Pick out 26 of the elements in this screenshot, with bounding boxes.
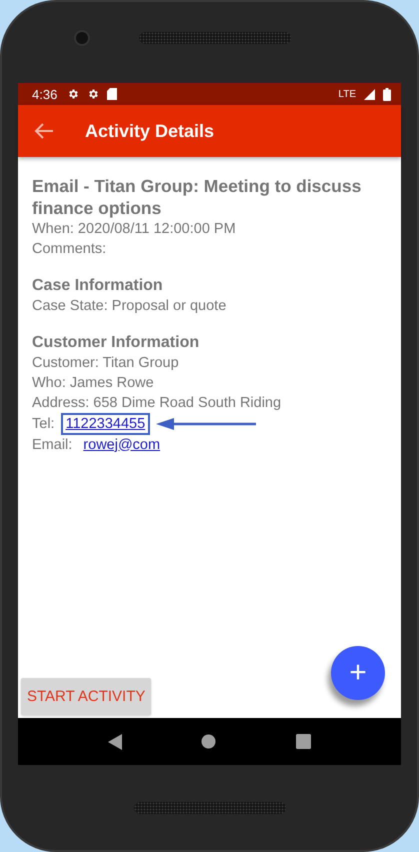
sd-card-icon	[107, 88, 118, 100]
section-heading: Customer Information	[32, 333, 200, 353]
detail-text: Case State: Proposal or quote	[32, 297, 228, 316]
camera-icon	[74, 30, 90, 46]
detail-text: Who: James Rowe	[32, 374, 155, 393]
add-button[interactable]: +	[331, 646, 385, 700]
field-label: Email:	[32, 436, 72, 452]
detail-text: Comments:	[32, 240, 108, 259]
detail-text: When: 2020/08/11 12:00:00 PM	[32, 220, 237, 239]
gear-icon	[67, 88, 80, 100]
network-label: LTE	[338, 88, 356, 100]
status-time: 4:36	[32, 86, 58, 102]
back-icon	[108, 734, 122, 750]
signal-icon	[364, 88, 375, 100]
home-icon	[201, 734, 216, 749]
detail-text: Customer: Titan Group	[32, 354, 180, 373]
section-heading: Case Information	[32, 276, 164, 296]
activity-title: Email - Titan Group: Meeting to discuss finance options	[32, 175, 362, 219]
screen-title: Activity Details	[85, 120, 214, 142]
contact-link[interactable]: rowej@com	[78, 434, 166, 456]
detail-text: Address: 658 Dime Road South Riding	[32, 394, 282, 413]
recents-icon	[296, 734, 312, 749]
battery-icon	[383, 88, 391, 100]
field-label: Tel:	[32, 416, 55, 432]
gear-icon	[87, 88, 100, 100]
contact-link[interactable]: 1122334455	[60, 412, 150, 434]
